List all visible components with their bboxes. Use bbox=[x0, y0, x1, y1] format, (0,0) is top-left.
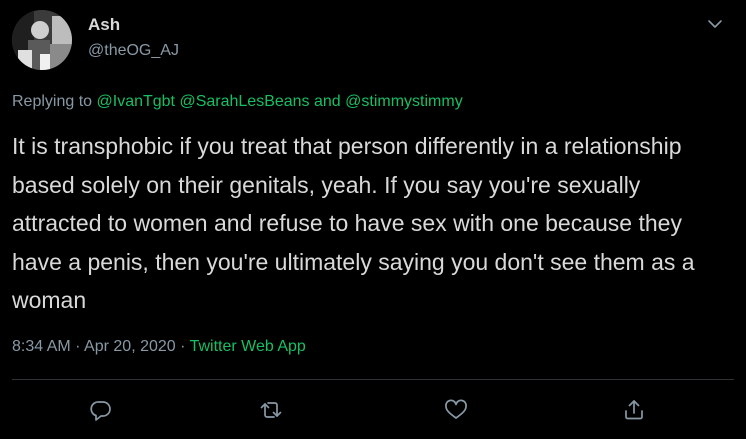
avatar[interactable] bbox=[12, 10, 72, 70]
tweet-source[interactable]: Twitter Web App bbox=[190, 338, 306, 355]
mention-link[interactable]: @IvanTgbt bbox=[97, 93, 176, 110]
chevron-down-icon[interactable] bbox=[706, 15, 724, 33]
mention-and[interactable]: and bbox=[310, 93, 346, 110]
share-upload-icon[interactable] bbox=[619, 395, 649, 425]
mention-link[interactable]: @SarahLesBeans bbox=[179, 93, 309, 110]
tweet-card: Ash @theOG_AJ Replying to @IvanTgbt @Sar… bbox=[0, 0, 746, 439]
meta-separator: · bbox=[175, 338, 190, 355]
reply-bubble-icon[interactable] bbox=[86, 395, 116, 425]
tweet-date[interactable]: Apr 20, 2020 bbox=[84, 338, 176, 355]
replying-to: Replying to @IvanTgbt @SarahLesBeans and… bbox=[12, 92, 463, 112]
heart-icon[interactable] bbox=[441, 395, 471, 425]
action-bar bbox=[0, 395, 746, 425]
avatar-image bbox=[12, 10, 72, 70]
retweet-icon[interactable] bbox=[256, 395, 286, 425]
user-handle[interactable]: @theOG_AJ bbox=[88, 41, 179, 61]
divider bbox=[12, 379, 734, 380]
display-name[interactable]: Ash bbox=[88, 15, 120, 35]
tweet-meta: 8:34 AM · Apr 20, 2020 · Twitter Web App bbox=[12, 337, 306, 357]
tweet-text: It is transphobic if you treat that pers… bbox=[12, 133, 695, 313]
replying-prefix: Replying to bbox=[12, 93, 97, 110]
meta-separator: · bbox=[70, 338, 85, 355]
tweet-time[interactable]: 8:34 AM bbox=[12, 338, 71, 355]
mention-link[interactable]: @stimmystimmy bbox=[345, 93, 463, 110]
